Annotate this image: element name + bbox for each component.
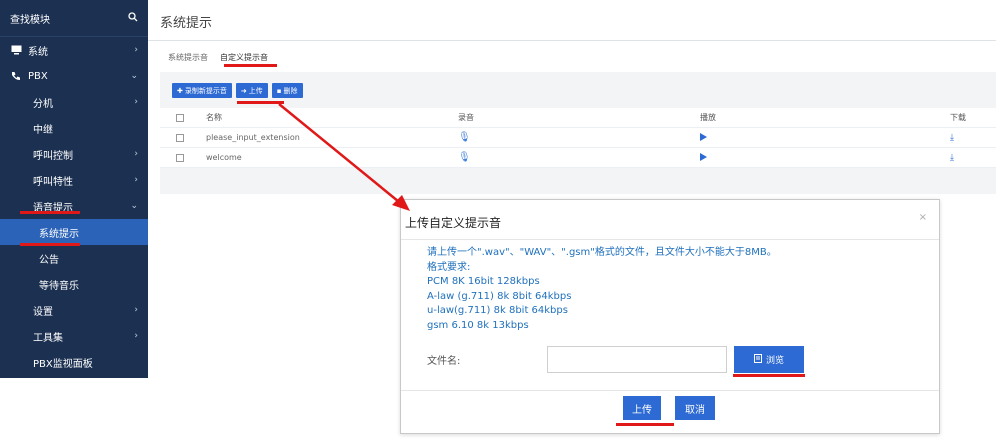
- sidebar: 查找模块 系统 › PBX ⌄ 分机 › 中继 呼叫控制 › 呼叫特性 › 语音…: [0, 0, 148, 378]
- row-checkbox[interactable]: [176, 133, 184, 142]
- filename-label: 文件名:: [427, 356, 461, 367]
- download-icon[interactable]: ⤓: [950, 153, 954, 163]
- chevron-right-icon: ›: [134, 45, 138, 55]
- table-row: please_input_extension 🎙 ⤓: [160, 128, 996, 148]
- record-button-label: 录制新提示音: [184, 86, 227, 95]
- table-header: 名称 录音 播放 下载: [160, 108, 996, 128]
- hint-line: u-law(g.711) 8k 8bit 64kbps: [427, 305, 568, 316]
- highlight-underline: [733, 374, 805, 377]
- chevron-right-icon: ›: [134, 149, 138, 159]
- dialog-title: 上传自定义提示音: [405, 216, 502, 230]
- toolbar: ✚ 录制新提示音 ➜ 上传 ▪ 删除: [172, 83, 303, 98]
- sidebar-item-system-prompts[interactable]: 系统提示: [0, 219, 148, 245]
- sidebar-item-label: 设置: [33, 306, 53, 318]
- sidebar-item-hold-music[interactable]: 等待音乐: [0, 271, 148, 297]
- page-title: 系统提示: [160, 16, 213, 31]
- sidebar-item-call-features[interactable]: 呼叫特性 ›: [0, 167, 148, 193]
- hint-line: 请上传一个".wav"、"WAV"、".gsm"格式的文件，且文件大小不能大于8…: [427, 247, 777, 258]
- phone-icon: [10, 70, 22, 82]
- browse-label: 浏览: [765, 356, 784, 366]
- chevron-right-icon: ›: [134, 305, 138, 315]
- column-header-record: 录音: [458, 113, 474, 122]
- upload-custom-prompt-dialog: 上传自定义提示音 × 请上传一个".wav"、"WAV"、".gsm"格式的文件…: [400, 199, 940, 434]
- tab-bar: 系统提示音 自定义提示音: [168, 52, 268, 63]
- sidebar-item-label: 分机: [33, 98, 53, 110]
- microphone-icon[interactable]: 🎙: [458, 152, 471, 163]
- sidebar-item-label: PBX监视面板: [33, 358, 93, 370]
- delete-button-label: 删除: [283, 86, 298, 95]
- sidebar-item-pbx[interactable]: PBX ⌄: [0, 63, 148, 89]
- sidebar-item-settings[interactable]: 设置 ›: [0, 297, 148, 323]
- chevron-right-icon: ›: [134, 331, 138, 341]
- prompts-table: 名称 录音 播放 下载 please_input_extension 🎙 ⤓ w…: [160, 108, 996, 168]
- plus-icon: ✚: [177, 86, 183, 95]
- file-icon: [753, 353, 762, 366]
- divider: [148, 40, 996, 41]
- close-icon[interactable]: ×: [919, 212, 927, 223]
- divider: [401, 239, 939, 240]
- microphone-icon[interactable]: 🎙: [458, 132, 471, 143]
- chevron-right-icon: ›: [134, 97, 138, 107]
- highlight-underline: [616, 423, 674, 426]
- upload-button[interactable]: ➜ 上传: [235, 83, 268, 98]
- browse-button[interactable]: 浏览: [734, 346, 804, 373]
- sidebar-item-label: PBX: [28, 70, 48, 82]
- sidebar-item-label: 系统: [28, 46, 48, 58]
- upload-confirm-button[interactable]: 上传: [623, 396, 661, 420]
- sidebar-item-toolkit[interactable]: 工具集 ›: [0, 323, 148, 349]
- upload-button-label: 上传: [248, 86, 263, 95]
- sidebar-item-label: 系统提示: [39, 228, 79, 240]
- divider: [401, 390, 939, 391]
- sidebar-item-extensions[interactable]: 分机 ›: [0, 89, 148, 115]
- upload-hint: 请上传一个".wav"、"WAV"、".gsm"格式的文件，且文件大小不能大于8…: [427, 246, 777, 333]
- record-new-prompt-button[interactable]: ✚ 录制新提示音: [172, 83, 232, 98]
- column-header-download: 下载: [950, 113, 966, 122]
- prompt-name: please_input_extension: [206, 133, 300, 142]
- tab-system-prompts[interactable]: 系统提示音: [168, 52, 208, 63]
- sidebar-item-label: 呼叫控制: [33, 150, 73, 162]
- trash-icon: ▪: [276, 86, 282, 95]
- sidebar-item-label: 公告: [39, 254, 59, 266]
- sidebar-item-label: 呼叫特性: [33, 176, 73, 188]
- sidebar-item-system[interactable]: 系统 ›: [0, 37, 148, 63]
- tab-custom-prompts[interactable]: 自定义提示音: [220, 52, 268, 63]
- column-header-name[interactable]: 名称: [206, 112, 222, 123]
- hint-line: PCM 8K 16bit 128kbps: [427, 276, 540, 287]
- highlight-underline: [224, 64, 277, 67]
- hint-line: A-law (g.711) 8k 8bit 64kbps: [427, 290, 572, 302]
- cancel-button[interactable]: 取消: [675, 396, 715, 420]
- sidebar-item-label: 中继: [33, 124, 53, 136]
- sidebar-item-label: 工具集: [33, 332, 63, 344]
- chevron-down-icon: ⌄: [130, 71, 138, 81]
- row-checkbox[interactable]: [176, 153, 184, 162]
- sidebar-item-label: 等待音乐: [39, 280, 79, 292]
- module-search-label: 查找模块: [10, 14, 50, 26]
- monitor-icon: [10, 44, 22, 56]
- highlight-underline: [237, 101, 284, 104]
- hint-line: 格式要求:: [427, 261, 471, 273]
- module-search[interactable]: 查找模块: [0, 0, 148, 37]
- search-icon[interactable]: [128, 11, 138, 25]
- highlight-underline: [20, 211, 80, 214]
- sidebar-item-announcements[interactable]: 公告: [0, 245, 148, 271]
- filename-input[interactable]: [547, 346, 727, 373]
- chevron-down-icon: ⌄: [130, 201, 138, 211]
- prompt-panel: ✚ 录制新提示音 ➜ 上传 ▪ 删除 名称 录音 播放 下载 please_input…: [160, 72, 996, 194]
- column-header-play: 播放: [700, 113, 716, 122]
- sidebar-item-voice-prompts[interactable]: 语音提示 ⌄: [0, 193, 148, 219]
- sidebar-item-call-control[interactable]: 呼叫控制 ›: [0, 141, 148, 167]
- sidebar-item-pbx-monitor[interactable]: PBX监视面板: [0, 349, 148, 375]
- delete-button[interactable]: ▪ 删除: [271, 83, 303, 98]
- play-icon[interactable]: [700, 152, 707, 163]
- prompt-name: welcome: [206, 153, 242, 162]
- sidebar-item-trunks[interactable]: 中继: [0, 115, 148, 141]
- select-all-checkbox[interactable]: [176, 113, 184, 122]
- table-row: welcome 🎙 ⤓: [160, 148, 996, 168]
- highlight-underline: [20, 243, 80, 246]
- upload-icon: ➜: [240, 86, 247, 95]
- play-icon[interactable]: [700, 132, 707, 143]
- chevron-right-icon: ›: [134, 175, 138, 185]
- hint-line: gsm 6.10 8k 13kbps: [427, 319, 529, 331]
- download-icon[interactable]: ⤓: [950, 133, 954, 143]
